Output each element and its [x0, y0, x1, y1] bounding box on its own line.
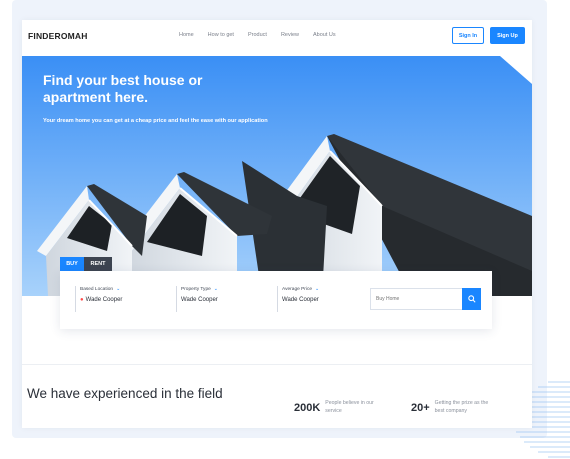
- chevron-down-icon[interactable]: ⌄: [214, 286, 218, 292]
- nav-link-review[interactable]: Review: [281, 32, 299, 38]
- nav-link-about-us[interactable]: About Us: [313, 32, 336, 38]
- top-nav: FINDEROMAH Home How to get Product Revie…: [22, 20, 532, 56]
- location-value-row: ● Wade Cooper: [80, 297, 170, 303]
- search-button[interactable]: [462, 288, 481, 310]
- hero-subtitle: Your dream home you can get at a cheap p…: [43, 118, 268, 124]
- average-price-field[interactable]: Average Price ⌄ Wade Cooper: [277, 286, 362, 312]
- hero-title: Find your best house or apartment here.: [43, 72, 203, 105]
- nav-links: Home How to get Product Review About Us: [179, 32, 350, 38]
- property-type-value-row: Wade Cooper: [181, 297, 271, 303]
- chevron-down-icon[interactable]: ⌄: [315, 286, 319, 292]
- stat-customers-value: 200K: [294, 402, 321, 414]
- stat-prizes: 20+ Getting the prize as the best compan…: [411, 399, 491, 415]
- landing-page: FINDEROMAH Home How to get Product Revie…: [22, 20, 532, 428]
- stat-customers-text: People believe in our service: [325, 400, 374, 414]
- stat-prizes-value: 20+: [411, 402, 430, 414]
- search-card: Based Location ⌄ ● Wade Cooper Property …: [60, 271, 492, 329]
- stat-customers: 200K People believe in our service: [294, 399, 381, 415]
- tab-rent[interactable]: RENT: [84, 257, 112, 271]
- sign-in-button[interactable]: Sign In: [452, 27, 484, 44]
- location-pin-icon: ●: [80, 297, 84, 303]
- location-label-row: Based Location ⌄: [80, 286, 170, 292]
- location-value: Wade Cooper: [85, 297, 123, 303]
- location-label: Based Location: [80, 286, 114, 292]
- tab-buy[interactable]: BUY: [60, 257, 84, 271]
- property-type-field[interactable]: Property Type ⌄ Wade Cooper: [176, 286, 271, 312]
- average-price-value-row: Wade Cooper: [282, 297, 362, 303]
- search-icon: [467, 295, 476, 303]
- nav-link-how-to-get[interactable]: How to get: [208, 32, 234, 38]
- average-price-label-row: Average Price ⌄: [282, 286, 362, 292]
- nav-link-home[interactable]: Home: [179, 32, 194, 38]
- section-divider: [22, 364, 532, 365]
- location-field[interactable]: Based Location ⌄ ● Wade Cooper: [75, 286, 170, 312]
- sign-up-button[interactable]: Sign Up: [490, 27, 525, 44]
- chevron-down-icon[interactable]: ⌄: [116, 286, 120, 292]
- search-input[interactable]: [370, 288, 462, 310]
- nav-link-product[interactable]: Product: [248, 32, 267, 38]
- search-tabs: BUY RENT: [60, 257, 112, 271]
- property-type-label-row: Property Type ⌄: [181, 286, 271, 292]
- property-type-value: Wade Cooper: [181, 297, 218, 303]
- experience-heading: We have experienced in the field: [27, 386, 223, 401]
- brand-logo[interactable]: FINDEROMAH: [28, 31, 88, 41]
- property-type-label: Property Type: [181, 286, 211, 292]
- average-price-label: Average Price: [282, 286, 313, 292]
- stat-prizes-text: Getting the prize as the best company: [434, 400, 489, 414]
- average-price-value: Wade Cooper: [282, 297, 319, 303]
